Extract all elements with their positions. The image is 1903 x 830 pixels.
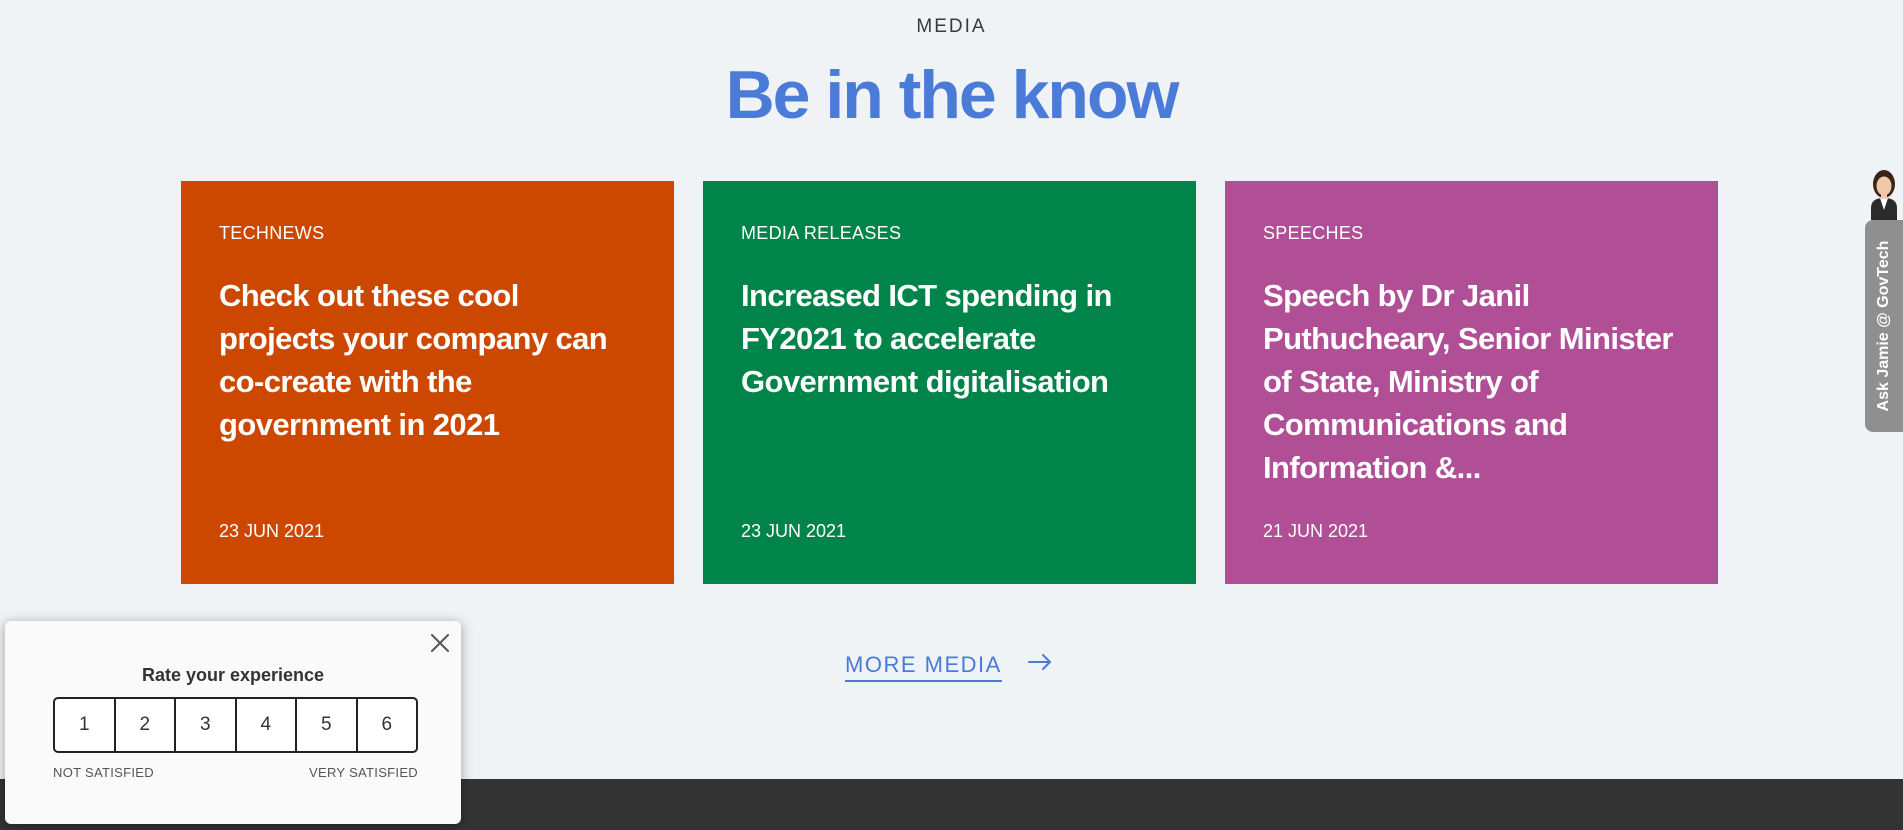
card-date: 23 JUN 2021 (219, 521, 325, 541)
section-eyebrow: MEDIA (916, 16, 987, 37)
media-card-technews[interactable]: TECHNEWS Check out these cool projects y… (181, 181, 674, 584)
more-media-label[interactable]: MORE MEDIA (845, 652, 1002, 682)
rating-option-2[interactable]: 2 (116, 699, 176, 751)
card-category: TECHNEWS (219, 223, 325, 243)
assistant-avatar-icon[interactable] (1865, 164, 1903, 220)
card-date: 21 JUN 2021 (1263, 521, 1369, 541)
card-category: SPEECHES (1263, 223, 1364, 243)
media-card-media-releases[interactable]: MEDIA RELEASES Increased ICT spending in… (703, 181, 1196, 584)
rating-scale: 1 2 3 4 5 6 (53, 697, 418, 753)
close-icon[interactable] (428, 631, 452, 655)
ask-jamie-label[interactable]: Ask Jamie @ GovTech (1865, 220, 1903, 432)
page: MEDIA Be in the know TECHNEWS Check out … (0, 0, 1903, 830)
rating-option-3[interactable]: 3 (176, 699, 237, 751)
section-headline: Be in the know (725, 57, 1180, 133)
card-title[interactable]: Increased ICT spending in FY2021 to acce… (741, 274, 1158, 403)
rating-option-1[interactable]: 1 (55, 699, 116, 751)
ask-jamie-tab[interactable]: Ask Jamie @ GovTech (1865, 164, 1903, 432)
media-card-speeches[interactable]: SPEECHES Speech by Dr Janil Puthucheary,… (1225, 181, 1718, 584)
card-date: 23 JUN 2021 (741, 521, 847, 541)
arrow-right-icon[interactable] (1027, 653, 1052, 675)
media-cards: TECHNEWS Check out these cool projects y… (181, 181, 1718, 584)
ask-jamie-tab-body[interactable]: Ask Jamie @ GovTech (1865, 220, 1903, 432)
rating-option-5[interactable]: 5 (297, 699, 358, 751)
rating-high-label: VERY SATISFIED (309, 765, 418, 780)
rating-option-4[interactable]: 4 (237, 699, 297, 751)
rating-low-label: NOT SATISFIED (53, 765, 154, 780)
card-title[interactable]: Check out these cool projects your compa… (219, 274, 636, 446)
rating-title: Rate your experience (141, 665, 325, 685)
card-category: MEDIA RELEASES (741, 223, 902, 243)
card-title[interactable]: Speech by Dr Janil Puthucheary, Senior M… (1263, 274, 1680, 489)
rating-panel: Rate your experience 1 2 3 4 5 6 NOT SAT… (5, 621, 461, 824)
more-media-link[interactable]: MORE MEDIA (845, 652, 1052, 682)
rating-option-6[interactable]: 6 (358, 699, 417, 751)
